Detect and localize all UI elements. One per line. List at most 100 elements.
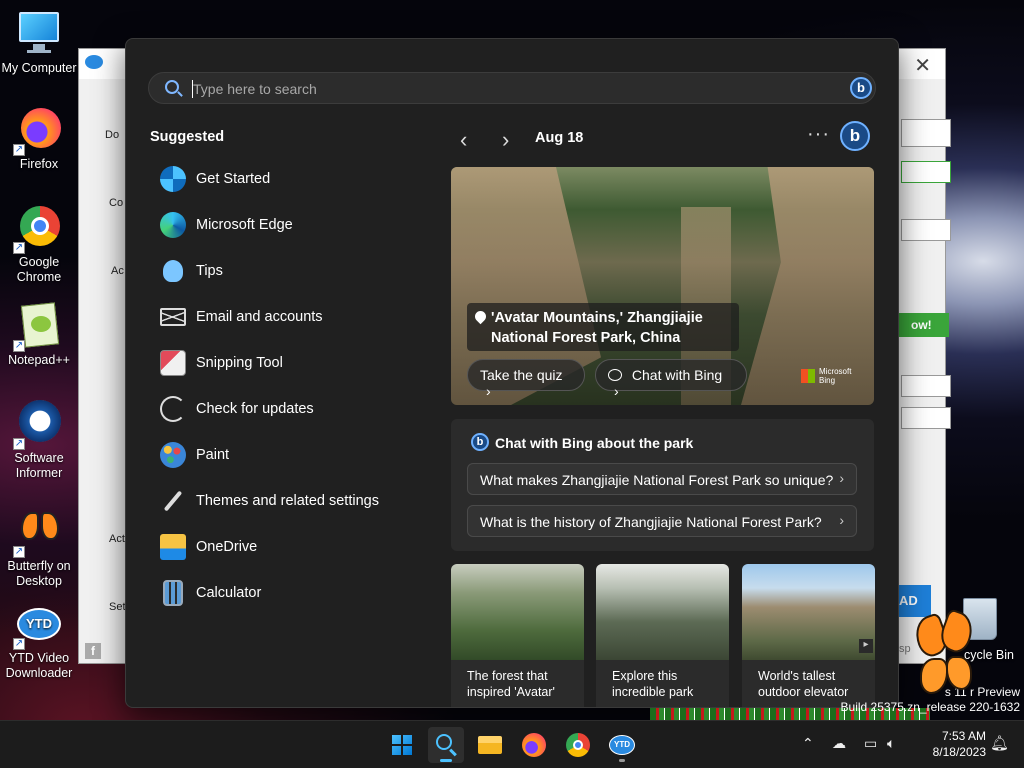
chat-with-bing-label: Chat with Bing xyxy=(631,367,723,383)
window-text-fragment: Set xyxy=(109,601,126,613)
format-select[interactable] xyxy=(901,219,951,241)
firefox-icon[interactable] xyxy=(516,727,552,763)
location-pin-icon xyxy=(472,308,489,325)
window-text-fragment: Act xyxy=(109,533,125,545)
glass-bridge-image xyxy=(596,564,729,660)
suggested-item-paint[interactable]: Paint xyxy=(148,435,418,475)
edge-icon xyxy=(160,212,186,238)
desktop-icon-label: Firefox xyxy=(19,157,59,171)
desktop-icon-my-computer[interactable]: My Computer xyxy=(0,10,78,76)
carousel-next-icon[interactable]: ▸ xyxy=(859,639,873,653)
window-text-fragment: Ac xyxy=(111,265,124,277)
card-text: inspired 'Avatar' xyxy=(467,685,555,699)
cloud-offline-icon[interactable]: ☁ xyxy=(832,735,846,752)
hero-image-card[interactable]: 'Avatar Mountains,' Zhangjiajie National… xyxy=(451,167,874,405)
chrome-icon[interactable] xyxy=(560,727,596,763)
taskbar: YTD ⌃ ☁ ▭ 🔈︎ 7:53 AM 8/18/2023 🔔︎ xyxy=(0,720,1024,768)
clock-time: 7:53 AM xyxy=(941,729,986,743)
desktop-icon-ytd[interactable]: YTD ↗ YTD Video Downloader xyxy=(0,600,78,681)
bing-chat-icon[interactable]: b xyxy=(850,77,872,99)
desktop-icon-software-informer[interactable]: ↗ Software Informer xyxy=(0,400,78,481)
bing-chat-section: b Chat with Bing about the park What mak… xyxy=(451,419,874,551)
suggested-item-themes[interactable]: Themes and related settings xyxy=(148,481,418,521)
suggested-item-email[interactable]: Email and accounts xyxy=(148,297,418,337)
story-card-forest[interactable]: The forest that inspired 'Avatar' xyxy=(451,564,584,707)
suggested-item-label: Calculator xyxy=(196,585,262,601)
card-text: incredible park xyxy=(612,685,694,699)
calculator-icon xyxy=(163,580,183,606)
facebook-icon[interactable]: f xyxy=(85,643,101,659)
desktop-icon-firefox[interactable]: ↗ Firefox xyxy=(0,106,78,172)
chat-bubble-icon xyxy=(608,369,622,381)
close-icon[interactable]: ✕ xyxy=(914,53,931,78)
suggested-item-tips[interactable]: Tips xyxy=(148,251,418,291)
windows-start-icon[interactable] xyxy=(384,727,420,763)
download-now-button[interactable]: ow! xyxy=(899,313,949,337)
suggested-item-label: OneDrive xyxy=(196,539,258,555)
chevron-right-icon: › xyxy=(486,383,491,399)
desktop-icon-label: My Computer xyxy=(1,61,77,75)
taskbar-clock[interactable]: 7:53 AM 8/18/2023 xyxy=(912,728,986,760)
copy-field[interactable] xyxy=(901,119,951,147)
desktop-icon-chrome[interactable]: ↗ Google Chrome xyxy=(0,204,78,285)
show-hidden-icons-icon[interactable]: ⌃ xyxy=(802,735,814,752)
bing-question-1[interactable]: What makes Zhangjiajie National Forest P… xyxy=(467,463,857,495)
bing-logo-icon[interactable]: b xyxy=(840,121,870,151)
suggested-item-get-started[interactable]: Get Started xyxy=(148,159,418,199)
brand-line: Bing xyxy=(819,376,836,385)
notification-icon[interactable]: 🔔︎ xyxy=(990,734,1009,752)
volume-icon[interactable]: 🔈︎ xyxy=(887,735,895,752)
bing-chat-title: Chat with Bing about the park xyxy=(495,435,694,451)
previous-arrow-icon[interactable]: ‹ xyxy=(460,127,467,153)
story-card-park[interactable]: Explore this incredible park xyxy=(596,564,729,707)
firefox-icon: ↗ xyxy=(13,106,63,156)
network-icon[interactable]: ▭ xyxy=(864,735,877,752)
desktop-icon-butterfly[interactable]: ↗ Butterfly on Desktop xyxy=(0,508,78,589)
microsoft-logo-icon xyxy=(801,369,815,383)
question-text: What makes Zhangjiajie National Forest P… xyxy=(480,472,834,488)
suggested-item-calculator[interactable]: Calculator xyxy=(148,573,418,613)
suggested-item-edge[interactable]: Microsoft Edge xyxy=(148,205,418,245)
file-explorer-icon[interactable] xyxy=(472,727,508,763)
ytd-icon[interactable]: YTD xyxy=(604,727,640,763)
card-text: World's tallest xyxy=(758,669,836,683)
suggested-item-label: Paint xyxy=(196,447,230,463)
bing-question-2[interactable]: What is the history of Zhangjiajie Natio… xyxy=(467,505,857,537)
more-options-icon[interactable]: ··· xyxy=(807,123,830,146)
take-quiz-button[interactable]: Take the quiz › xyxy=(467,359,585,399)
url-input[interactable] xyxy=(901,161,951,183)
search-icon[interactable] xyxy=(428,727,464,763)
microsoft-bing-logo: Microsoft Bing xyxy=(801,367,851,385)
chat-with-bing-button[interactable]: Chat with Bing › xyxy=(595,359,747,399)
paint-icon xyxy=(160,442,186,468)
suggested-item-snipping-tool[interactable]: Snipping Tool xyxy=(148,343,418,383)
hero-caption-line: 'Avatar Mountains,' Zhangjiajie xyxy=(491,310,703,326)
card-text: The forest that xyxy=(467,669,548,683)
chevron-right-icon: › xyxy=(614,383,619,399)
get-started-icon xyxy=(160,166,186,192)
suggested-item-label: Email and accounts xyxy=(196,309,323,325)
hero-caption[interactable]: 'Avatar Mountains,' Zhangjiajie National… xyxy=(467,303,739,351)
chevron-right-icon: › xyxy=(839,470,844,486)
desktop-icon-label: Google Chrome xyxy=(16,255,62,284)
output-select[interactable] xyxy=(901,407,951,429)
forest-image xyxy=(451,564,584,660)
update-icon xyxy=(160,396,186,422)
onedrive-icon xyxy=(160,534,186,560)
quality-select[interactable] xyxy=(901,375,951,397)
ytd-titlebar-icon xyxy=(85,55,103,69)
search-input[interactable] xyxy=(193,77,793,101)
brand-line: Microsoft xyxy=(819,367,852,376)
clock-date: 8/18/2023 xyxy=(932,745,986,759)
suggested-item-label: Snipping Tool xyxy=(196,355,283,371)
suggested-title: Suggested xyxy=(150,129,225,145)
suggested-item-updates[interactable]: Check for updates xyxy=(148,389,418,429)
search-box[interactable]: b xyxy=(148,72,876,104)
next-arrow-icon[interactable]: › xyxy=(502,127,509,153)
desktop-icon-notepadpp[interactable]: ↗ Notepad++ xyxy=(0,302,78,368)
suggested-item-onedrive[interactable]: OneDrive xyxy=(148,527,418,567)
monitor-icon xyxy=(15,10,63,58)
desktop-icon-label: YTD Video Downloader xyxy=(5,651,73,680)
ytd-icon: YTD ↗ xyxy=(13,600,63,650)
search-icon xyxy=(165,80,179,94)
